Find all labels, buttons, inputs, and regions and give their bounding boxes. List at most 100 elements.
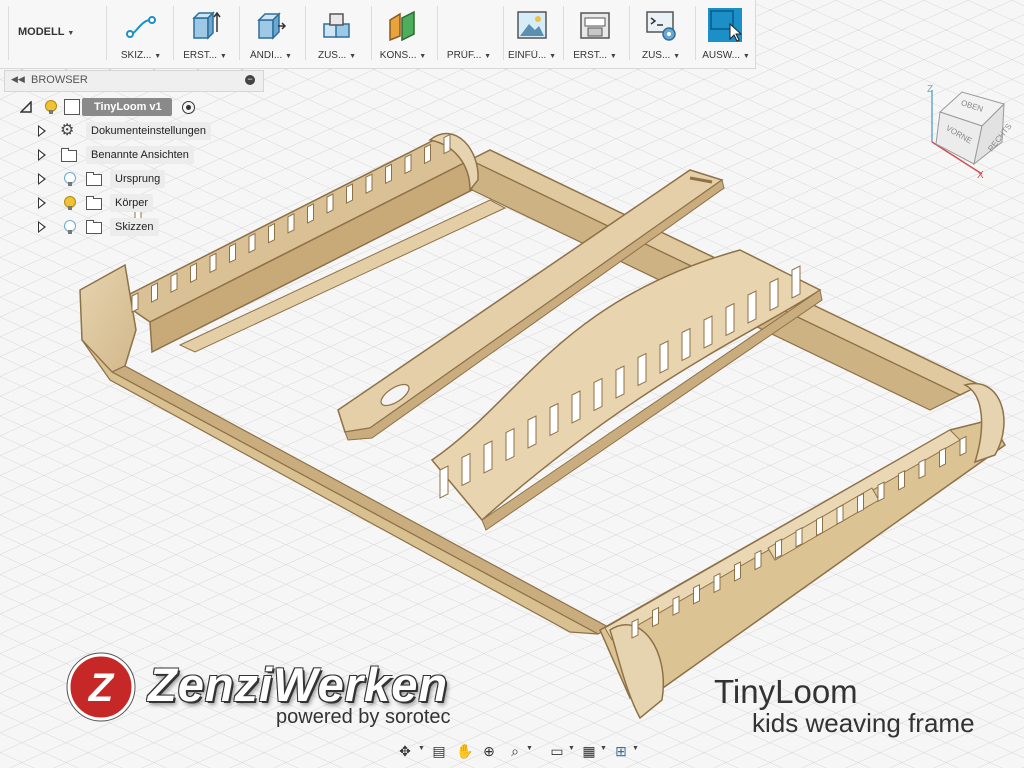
tree-item-label: Körper: [110, 194, 154, 212]
assemble-button[interactable]: ZUS... ▼: [308, 0, 366, 66]
visibility-bulb-icon[interactable]: [64, 172, 76, 186]
collapse-panel-icon[interactable]: ◀◀: [11, 74, 25, 85]
comb-gap: [483, 440, 493, 474]
insert-icon: [517, 11, 547, 39]
tool-label: AUSW...: [702, 50, 741, 61]
tool-label: ERST...: [183, 50, 218, 61]
construct-icon: [389, 10, 415, 42]
expand-triangle-icon[interactable]: [38, 149, 46, 161]
rail-notch: [652, 606, 659, 628]
rail-notch: [898, 469, 905, 491]
look-at-icon[interactable]: ▤: [428, 742, 450, 760]
rail-notch: [326, 193, 334, 214]
folder-icon: [86, 220, 102, 234]
comb-gap: [527, 415, 537, 449]
chevron-down-icon[interactable]: ▼: [526, 745, 533, 752]
comb-gap: [461, 452, 471, 487]
comb-gap: [637, 352, 647, 387]
activate-radio-icon[interactable]: [182, 101, 195, 114]
inspect-button[interactable]: PRÜF... ▼: [440, 0, 498, 66]
rail-notch: [918, 458, 926, 480]
toolbar-divider: [695, 6, 696, 60]
visibility-bulb-icon[interactable]: [64, 196, 76, 210]
modify-icon: [257, 12, 287, 40]
construct-button[interactable]: KONS... ▼: [374, 0, 432, 66]
rail-notch: [836, 504, 844, 525]
comb-gap: [659, 340, 669, 374]
comb-gap: [571, 390, 581, 424]
expand-triangle-icon[interactable]: [38, 173, 46, 185]
component-icon: [64, 99, 80, 115]
visibility-bulb-icon[interactable]: [45, 100, 57, 114]
rail-notch: [346, 183, 353, 204]
display-settings-icon[interactable]: ▭: [546, 742, 568, 760]
zoom-icon[interactable]: ⊕: [478, 742, 500, 760]
tree-item-document-settings[interactable]: ⚙ Dokumenteinstellungen: [38, 122, 218, 142]
select-button[interactable]: AUSW... ▼: [698, 0, 754, 66]
rail-notch: [939, 447, 946, 468]
rail-notch: [307, 203, 314, 224]
pan-icon[interactable]: ✋: [454, 742, 476, 760]
tree-item-sketches[interactable]: Skizzen: [38, 218, 178, 238]
comb-gap: [615, 365, 625, 399]
tool-label: ZUS...: [641, 50, 671, 61]
rail-notch: [795, 526, 803, 548]
rail-notch: [190, 262, 197, 284]
tool-label: KONS...: [379, 50, 417, 61]
chevron-down-icon[interactable]: ▼: [600, 745, 607, 752]
create-button[interactable]: ERST... ▼: [176, 0, 234, 66]
tool-label: PRÜF...: [446, 50, 482, 61]
rail-notch: [248, 232, 256, 254]
z-axis-label: Z: [927, 84, 933, 95]
expand-triangle-icon[interactable]: [38, 197, 46, 209]
comb-gap: [747, 290, 757, 324]
rail-notch: [268, 222, 275, 244]
collapse-triangle-icon[interactable]: [20, 101, 32, 113]
modify-button[interactable]: ÄNDI... ▼: [242, 0, 300, 66]
comb-gap: [439, 465, 449, 499]
addins-button[interactable]: ZUS... ▼: [632, 0, 690, 66]
x-axis-label: X: [977, 170, 984, 181]
insert-button[interactable]: EINFÜ... ▼: [506, 0, 558, 66]
rail-notch: [857, 492, 864, 514]
comb-gap: [703, 315, 713, 349]
chevron-down-icon[interactable]: ▼: [418, 745, 425, 752]
toolbar-divider: [629, 6, 630, 60]
expand-triangle-icon[interactable]: [38, 221, 46, 233]
make-button[interactable]: ERST... ▼: [566, 0, 624, 66]
tree-item-label: Ursprung: [110, 170, 166, 188]
workspace-switcher[interactable]: MODELL ▼: [18, 26, 74, 38]
tree-item-origin[interactable]: Ursprung: [38, 170, 178, 190]
chevron-down-icon[interactable]: ▼: [568, 745, 575, 752]
viewports-icon[interactable]: ⊞: [610, 742, 632, 760]
minimize-icon[interactable]: −: [245, 75, 255, 85]
orbit-icon[interactable]: ✥: [394, 742, 416, 760]
comb-gap: [549, 402, 559, 437]
tree-item-label: Benannte Ansichten: [86, 146, 194, 164]
toolbar-grip[interactable]: [8, 6, 9, 60]
comb-gap: [725, 302, 735, 337]
comb-gap: [681, 327, 691, 362]
tree-item-label: Skizzen: [110, 218, 159, 236]
zenziwerken-logo: Z: [66, 652, 136, 722]
grid-settings-icon[interactable]: ▦: [578, 742, 600, 760]
zoom-window-icon[interactable]: ⌕: [504, 742, 526, 760]
tree-item-named-views[interactable]: Benannte Ansichten: [38, 146, 208, 166]
expand-triangle-icon[interactable]: [38, 125, 46, 137]
chevron-down-icon[interactable]: ▼: [632, 745, 639, 752]
product-subtitle: kids weaving frame: [752, 708, 975, 738]
browser-panel-header[interactable]: ◀◀ BROWSER −: [4, 70, 264, 92]
rail-notch: [287, 212, 295, 234]
sketch-button[interactable]: SKIZ... ▼: [112, 0, 170, 66]
rail-notch: [443, 133, 451, 155]
view-cube[interactable]: Z X OBEN VORNE RECHTS: [922, 82, 1012, 182]
tree-root[interactable]: TinyLoom v1: [18, 98, 208, 118]
rail-notch: [672, 595, 680, 617]
toolbar-divider: [503, 6, 504, 60]
brand-name: ZenziWerken: [148, 658, 449, 711]
toolbar-divider: [437, 6, 438, 60]
rail-notch: [713, 572, 721, 594]
tree-item-bodies[interactable]: Körper: [38, 194, 178, 214]
visibility-bulb-icon[interactable]: [64, 220, 76, 234]
comb-gap: [593, 377, 603, 412]
